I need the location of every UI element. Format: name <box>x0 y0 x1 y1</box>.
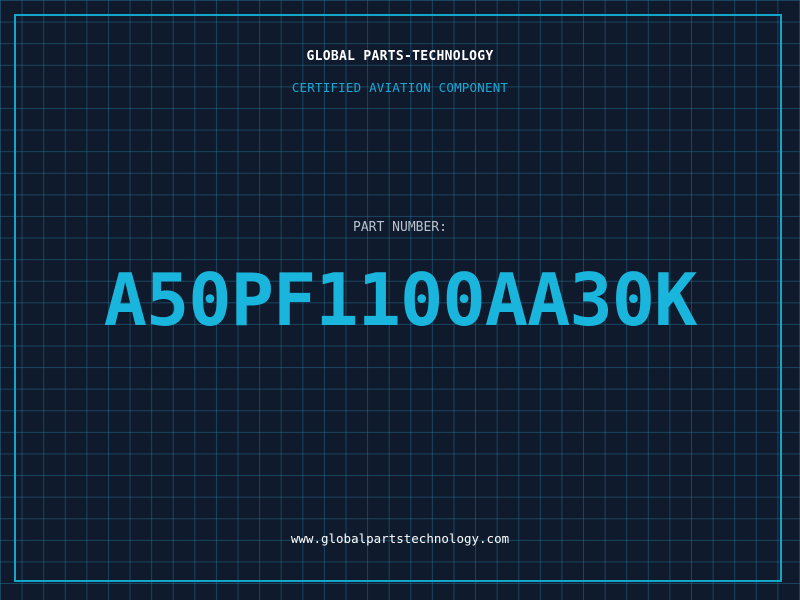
part-number-value: A50PF1100AA30K <box>103 258 698 342</box>
brand-tagline: CERTIFIED AVIATION COMPONENT <box>291 80 509 95</box>
website-url: www.globalpartstechnology.com <box>290 531 510 546</box>
part-number-label: PART NUMBER: <box>353 220 447 235</box>
brand-name: GLOBAL PARTS-TECHNOLOGY <box>306 49 494 64</box>
